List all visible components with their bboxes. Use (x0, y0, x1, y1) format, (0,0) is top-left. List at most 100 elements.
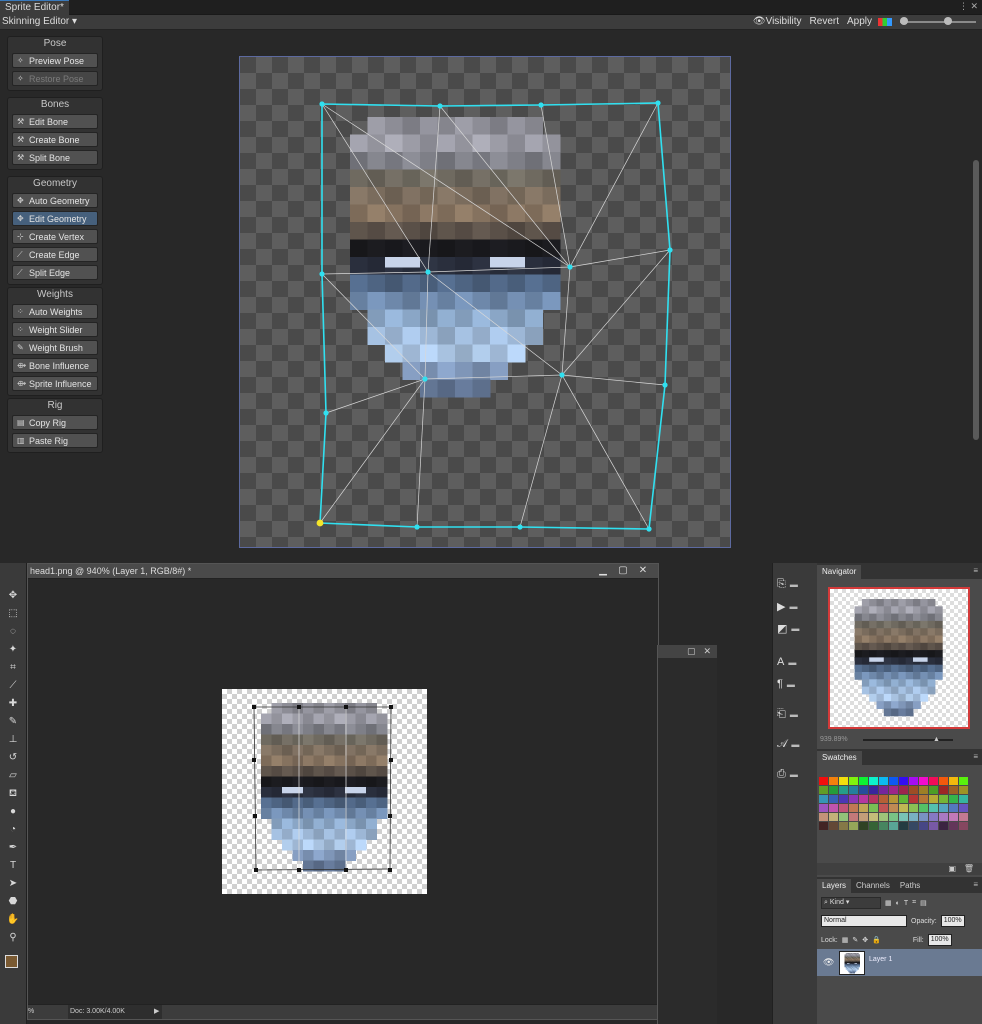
swatch[interactable] (849, 795, 858, 803)
pixel-filter-icon[interactable]: ▦ (885, 899, 892, 907)
apply-button[interactable]: Apply (845, 15, 874, 29)
swatch[interactable] (889, 795, 898, 803)
swatch[interactable] (909, 813, 918, 821)
visibility-button[interactable]: 👁Visibility (751, 15, 804, 29)
bone-influence-button[interactable]: ⟴ Bone Influence (12, 358, 98, 373)
sprite-influence-button[interactable]: ⟴ Sprite Influence (12, 376, 98, 391)
mesh-vertex[interactable] (319, 101, 325, 107)
swatch[interactable] (849, 786, 858, 794)
lock-all-icon[interactable]: 🔒 (872, 936, 881, 944)
glyphs-panel-icon[interactable]: 𝒜 ▬ (777, 735, 813, 753)
panel-menu-icon[interactable]: ≡ (973, 752, 978, 761)
mesh-vertex[interactable] (425, 269, 431, 275)
swatch[interactable] (869, 795, 878, 803)
swatch[interactable] (939, 777, 948, 785)
swatch[interactable] (919, 813, 928, 821)
character-panel-icon[interactable]: A ▬ (777, 653, 813, 671)
swatch[interactable] (919, 795, 928, 803)
type-filter-icon[interactable]: T (904, 900, 908, 907)
swatch[interactable] (959, 777, 968, 785)
swatch[interactable] (909, 777, 918, 785)
shape-tool-icon[interactable]: ⬣ (0, 893, 26, 911)
swatch[interactable] (929, 822, 938, 830)
document-tab[interactable]: head1.png @ 940% (Layer 1, RGB/8#) * ▁ ▢ ✕ (28, 564, 658, 579)
mesh-edge[interactable] (519, 374, 563, 528)
transform-handle[interactable] (389, 758, 393, 762)
swatch[interactable] (909, 822, 918, 830)
mesh-vertex[interactable] (517, 524, 523, 530)
swatch[interactable] (839, 795, 848, 803)
window-menu-icon[interactable]: ⋮ ✕ (959, 1, 978, 12)
minimize-icon[interactable]: ▁ (596, 564, 610, 578)
sprite-canvas[interactable] (239, 56, 731, 548)
swatch[interactable] (889, 813, 898, 821)
swatch[interactable] (879, 813, 888, 821)
magic-wand-icon[interactable]: ✦ (0, 641, 26, 659)
actions-panel-icon[interactable]: ▶ ▬ (777, 597, 813, 615)
swatch[interactable] (859, 804, 868, 812)
mesh-vertex[interactable] (319, 271, 325, 277)
swatch[interactable] (959, 795, 968, 803)
hand-tool-icon[interactable]: ✋ (0, 911, 26, 929)
swatch[interactable] (909, 795, 918, 803)
opacity-input[interactable]: 100% (940, 915, 965, 927)
swatch[interactable] (919, 804, 928, 812)
swatch[interactable] (929, 777, 938, 785)
swatch[interactable] (819, 813, 828, 821)
swatch[interactable] (959, 822, 968, 830)
swatch[interactable] (839, 822, 848, 830)
transform-handle[interactable] (389, 705, 393, 709)
zoom-slider-knob[interactable] (900, 17, 908, 25)
navigator-zoom-value[interactable]: 939.89% (820, 736, 848, 743)
mesh-edge[interactable] (561, 266, 571, 376)
swatch[interactable] (819, 777, 828, 785)
swatch[interactable] (939, 786, 948, 794)
swatch[interactable] (849, 804, 858, 812)
swatch[interactable] (819, 786, 828, 794)
swatch[interactable] (879, 795, 888, 803)
swatch[interactable] (829, 813, 838, 821)
dodge-tool-icon[interactable]: ◔ (0, 821, 26, 839)
editor-mode-dropdown[interactable]: Skinning Editor ▾ (2, 15, 77, 29)
swatch[interactable] (829, 795, 838, 803)
transform-handle[interactable] (254, 868, 258, 872)
swatch[interactable] (869, 813, 878, 821)
mesh-vertex[interactable] (567, 264, 573, 270)
swatch[interactable] (859, 786, 868, 794)
tab-layers[interactable]: Layers (817, 879, 852, 893)
swatch[interactable] (949, 822, 958, 830)
mesh-edge[interactable] (561, 249, 671, 376)
shape-filter-icon[interactable]: ⌗ (912, 899, 916, 907)
swatch[interactable] (829, 786, 838, 794)
mesh-vertex[interactable] (559, 372, 565, 378)
mesh-edge[interactable] (561, 374, 650, 530)
lock-position-icon[interactable]: ✥ (862, 936, 868, 944)
layer-row[interactable]: 👁 Layer 1 (817, 949, 982, 976)
swatch[interactable] (849, 822, 858, 830)
swatch[interactable] (839, 786, 848, 794)
transform-handle[interactable] (297, 705, 301, 709)
mesh-edge[interactable] (319, 378, 426, 524)
transform-handle[interactable] (253, 814, 257, 818)
swatch[interactable] (899, 777, 908, 785)
new-swatch-icon[interactable]: ▣ (948, 864, 956, 873)
swatches-tab[interactable]: Swatches (817, 751, 862, 765)
blend-mode-select[interactable]: Normal (821, 915, 907, 927)
path-select-icon[interactable]: ➤ (0, 875, 26, 893)
transform-handle[interactable] (252, 705, 256, 709)
navigator-preview[interactable] (828, 587, 970, 729)
eyedropper-icon[interactable]: ⟋ (0, 677, 26, 695)
lock-pixels-icon[interactable]: ✎ (852, 936, 858, 944)
swatch[interactable] (859, 813, 868, 821)
weight-brush-button[interactable]: ✎ Weight Brush (12, 340, 98, 355)
color-swatches-fg-bg[interactable] (0, 951, 26, 981)
swatch[interactable] (899, 804, 908, 812)
history-brush-icon[interactable]: ↺ (0, 749, 26, 767)
swatch[interactable] (939, 822, 948, 830)
swatch[interactable] (949, 813, 958, 821)
swatch[interactable] (909, 804, 918, 812)
document-canvas[interactable] (222, 689, 427, 894)
mesh-vertex[interactable] (662, 382, 668, 388)
layer-kind-filter[interactable]: ⌕ Kind ▾ (821, 897, 881, 909)
swatch[interactable] (869, 777, 878, 785)
